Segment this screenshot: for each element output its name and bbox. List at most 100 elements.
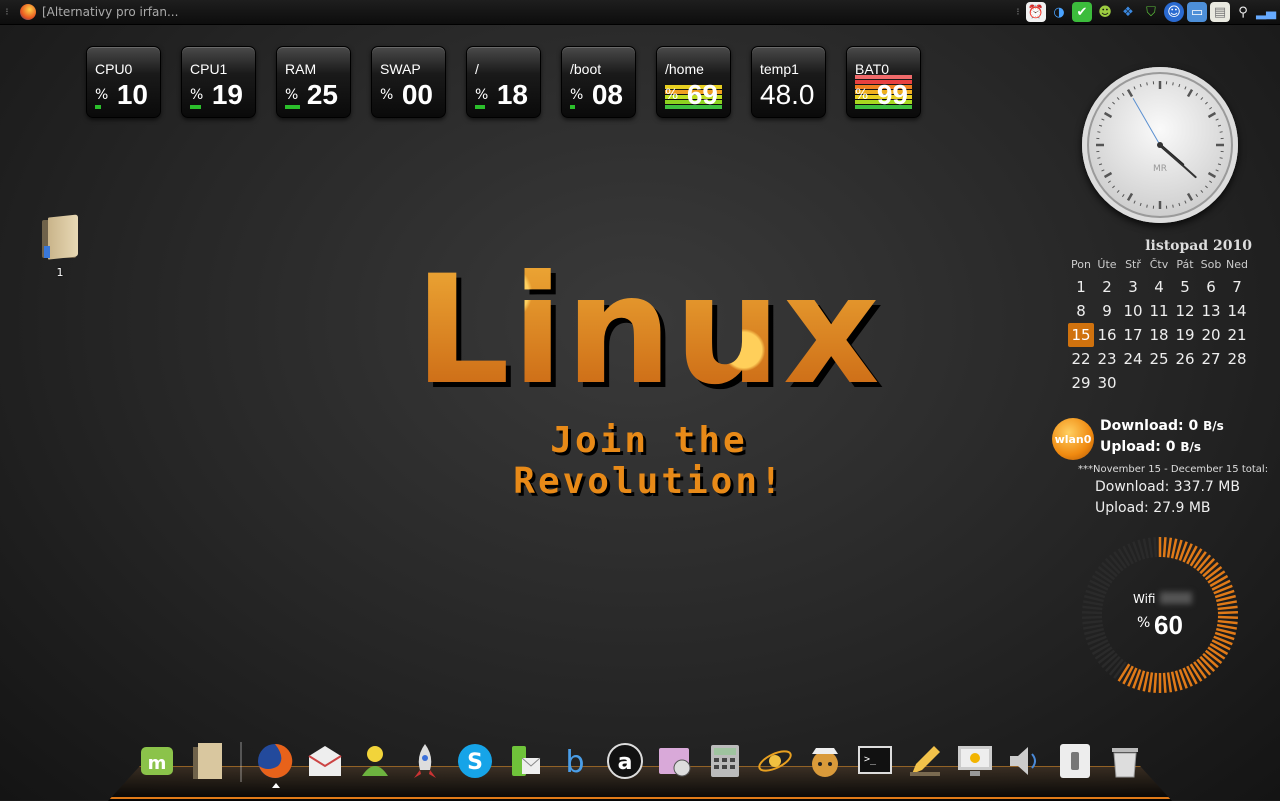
net-total-download: Download: 337.7 MB [1095,479,1240,495]
pencil-editor-icon[interactable] [906,740,944,782]
top-panel: ⁝ [Alternativy pro irfan... ⁝ ⏰ ◑ ✔ ☻ ❖ … [0,0,1280,25]
calendar-day[interactable]: 4 [1146,275,1172,299]
dock: m S b a >_ [138,740,1144,782]
calendar-day[interactable]: 1 [1068,275,1094,299]
clock-face: MR [1082,67,1238,223]
svg-text:m: m [148,753,167,774]
calendar-day[interactable]: 13 [1198,299,1224,323]
calendar-day[interactable]: 22 [1068,347,1094,371]
screenshot-viewer-icon[interactable] [656,740,694,782]
calendar-day[interactable]: 3 [1120,275,1146,299]
net-download-rate: Download: 0 B/s [1100,418,1224,434]
alarm-clock-icon[interactable]: ⏰ [1026,2,1046,22]
a-amarok-icon[interactable]: a [606,740,644,782]
wifi-ring-tick [1155,673,1156,693]
pidgin-icon[interactable] [356,740,394,782]
calendar-day[interactable]: 8 [1068,299,1094,323]
gauge-label: CPU0 [95,61,132,77]
weekday-label: Pon [1068,258,1094,271]
calendar-day[interactable]: 25 [1146,347,1172,371]
user-icon[interactable]: ☻ [1095,2,1115,22]
signal-bars-icon[interactable]: ▂▄ [1256,2,1276,22]
search-icon[interactable]: ⚲ [1233,2,1253,22]
gauge-ram: RAM % 25 [276,46,351,118]
calendar-day[interactable]: 18 [1146,323,1172,347]
calendar-day[interactable]: 12 [1172,299,1198,323]
gauge-label: /boot [570,61,601,77]
gauge-bar [570,105,575,109]
panel-handle-icon-right[interactable]: ⁝ [1013,2,1023,22]
calendar-day[interactable]: 7 [1224,275,1250,299]
calculator-icon[interactable] [706,740,744,782]
calendar-day[interactable]: 19 [1172,323,1198,347]
phone-sms-icon[interactable] [506,740,544,782]
dropbox-icon[interactable]: ❖ [1118,2,1138,22]
cat-agent-icon[interactable] [806,740,844,782]
update-check-icon[interactable]: ✔ [1072,2,1092,22]
volume-speaker-icon[interactable] [1006,740,1044,782]
rocket-icon[interactable] [406,740,444,782]
svg-text:b: b [565,745,584,780]
running-indicator [272,783,280,788]
net-total-upload: Upload: 27.9 MB [1095,500,1211,516]
calendar-day[interactable]: 23 [1094,347,1120,371]
gauge-label: /home [665,61,704,77]
calendar-days: 1234567891011121314151617181920212223242… [1068,275,1252,395]
calendar-day[interactable]: 16 [1094,323,1120,347]
screenshot-icon[interactable]: ▭ [1187,2,1207,22]
weekday-label: Pát [1172,258,1198,271]
wlan-badge-icon: wlan0 [1052,418,1094,460]
calendar-day[interactable]: 30 [1094,371,1120,395]
b-blogger-icon[interactable]: b [556,740,594,782]
wifi-ring-tick [1218,617,1238,618]
wifi-ring-tick [1191,549,1202,566]
linux-mint-menu-icon[interactable]: m [138,740,176,782]
calendar-day[interactable]: 17 [1120,323,1146,347]
skype-icon[interactable]: S [456,740,494,782]
monitor-settings-icon[interactable] [956,740,994,782]
calendar-day[interactable]: 24 [1120,347,1146,371]
calendar-day[interactable]: 11 [1146,299,1172,323]
accessibility-icon[interactable]: ☺ [1164,2,1184,22]
wifi-ring-tick [1119,549,1130,566]
satellite-orbit-icon[interactable] [756,740,794,782]
gauge-label: temp1 [760,61,799,77]
calendar-day[interactable]: 29 [1068,371,1094,395]
calendar-day[interactable]: 20 [1198,323,1224,347]
calendar-day[interactable]: 28 [1224,347,1250,371]
gauge-percent-sign: % [665,87,678,103]
shield-icon[interactable]: ⛉ [1141,2,1161,22]
gauge-root-fs: / % 18 [466,46,541,118]
calendar-day[interactable]: 9 [1094,299,1120,323]
panel-handle-icon[interactable]: ⁝ [0,7,14,18]
calendar-day[interactable]: 15 [1068,323,1094,347]
gauge-boot-fs: /boot % 08 [561,46,636,118]
terminal-icon[interactable]: >_ [856,740,894,782]
taskbar-window-button[interactable]: [Alternativy pro irfan... [14,4,184,20]
calendar-day[interactable]: 21 [1224,323,1250,347]
net-upload-rate: Upload: 0 B/s [1100,439,1201,455]
dock-separator [240,742,242,782]
gauge-bat0: BAT0 % 99 [846,46,921,118]
calendar-day[interactable]: 26 [1172,347,1198,371]
folder-icon[interactable] [188,740,226,782]
calendar-day[interactable]: 2 [1094,275,1120,299]
network-icon[interactable]: ◑ [1049,2,1069,22]
calendar-day[interactable]: 5 [1172,275,1198,299]
trash-icon[interactable] [1106,740,1144,782]
calendar-day[interactable]: 10 [1120,299,1146,323]
gauge-percent-sign: % [380,87,393,103]
calendar-day[interactable]: 14 [1224,299,1250,323]
svg-text:S: S [467,750,483,775]
wifi-ring-tick [1082,607,1102,609]
firefox-icon[interactable] [256,740,294,782]
switch-toggle-icon[interactable] [1056,740,1094,782]
wifi-ring-tick [1172,672,1176,692]
desktop-folder[interactable]: 1 [38,214,82,279]
gauge-home-fs: /home % 69 [656,46,731,118]
wifi-percent-sign: % [1137,615,1150,631]
calendar-day[interactable]: 27 [1198,347,1224,371]
mail-icon[interactable] [306,740,344,782]
clipboard-icon[interactable]: ▤ [1210,2,1230,22]
calendar-day[interactable]: 6 [1198,275,1224,299]
